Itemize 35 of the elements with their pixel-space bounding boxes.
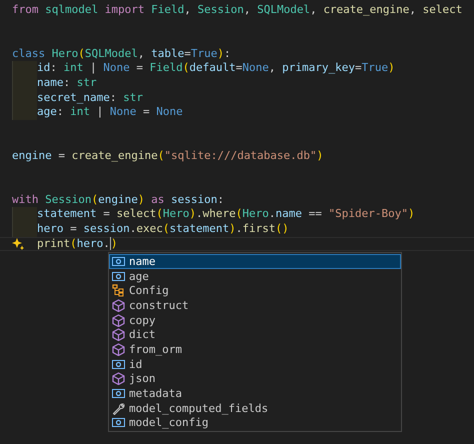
cube-icon [112, 298, 125, 312]
cube-icon [112, 342, 125, 356]
cube-icon [112, 314, 125, 327]
field-icon [112, 416, 125, 430]
class-tree-icon [112, 284, 125, 298]
code-line: statement = select(Hero).where(Hero.name == "Spider-Boy") [37, 207, 415, 222]
code-line: age: int | None = None [37, 105, 183, 120]
cube-icon [112, 328, 125, 342]
suggestion-item[interactable]: metadata [109, 386, 401, 401]
code-line: from sqlmodel import Field, Session, SQLModel, create_engine, select [12, 3, 462, 18]
suggestion-item[interactable]: copy [109, 312, 401, 328]
suggestion-item[interactable]: age [109, 268, 401, 284]
suggestion-item[interactable]: name [109, 254, 401, 269]
code-line: id: int | None = Field(default=None, primary_key=True) [37, 61, 395, 76]
suggestion-item[interactable]: model_config [109, 416, 401, 430]
code-line: class Hero(SQLModel, table=True): [12, 46, 231, 62]
suggestion-item[interactable]: construct [109, 298, 401, 313]
wrench-icon [112, 402, 125, 415]
code-line: print(hero.) [37, 236, 118, 252]
field-icon [112, 358, 125, 371]
code-line: with Session(engine) as session: [12, 192, 224, 208]
suggestion-item[interactable]: id [109, 356, 401, 372]
field-icon [112, 387, 125, 400]
code-line: name: str [37, 76, 97, 91]
field-icon [112, 270, 125, 283]
suggestion-item[interactable]: json [109, 372, 401, 386]
code-line: hero = session.exec(statement).first() [37, 222, 289, 236]
suggestion-item[interactable]: Config [109, 283, 401, 298]
cube-icon [112, 372, 125, 386]
suggestion-item[interactable]: from_orm [109, 342, 401, 357]
suggestion-item[interactable]: dict [109, 327, 401, 342]
code-line: secret_name: str [37, 90, 143, 106]
suggestion-item[interactable]: model_computed_fields [109, 400, 401, 416]
field-icon [112, 254, 125, 268]
code-line: engine = create_engine("sqlite:///database.db") [12, 148, 324, 164]
